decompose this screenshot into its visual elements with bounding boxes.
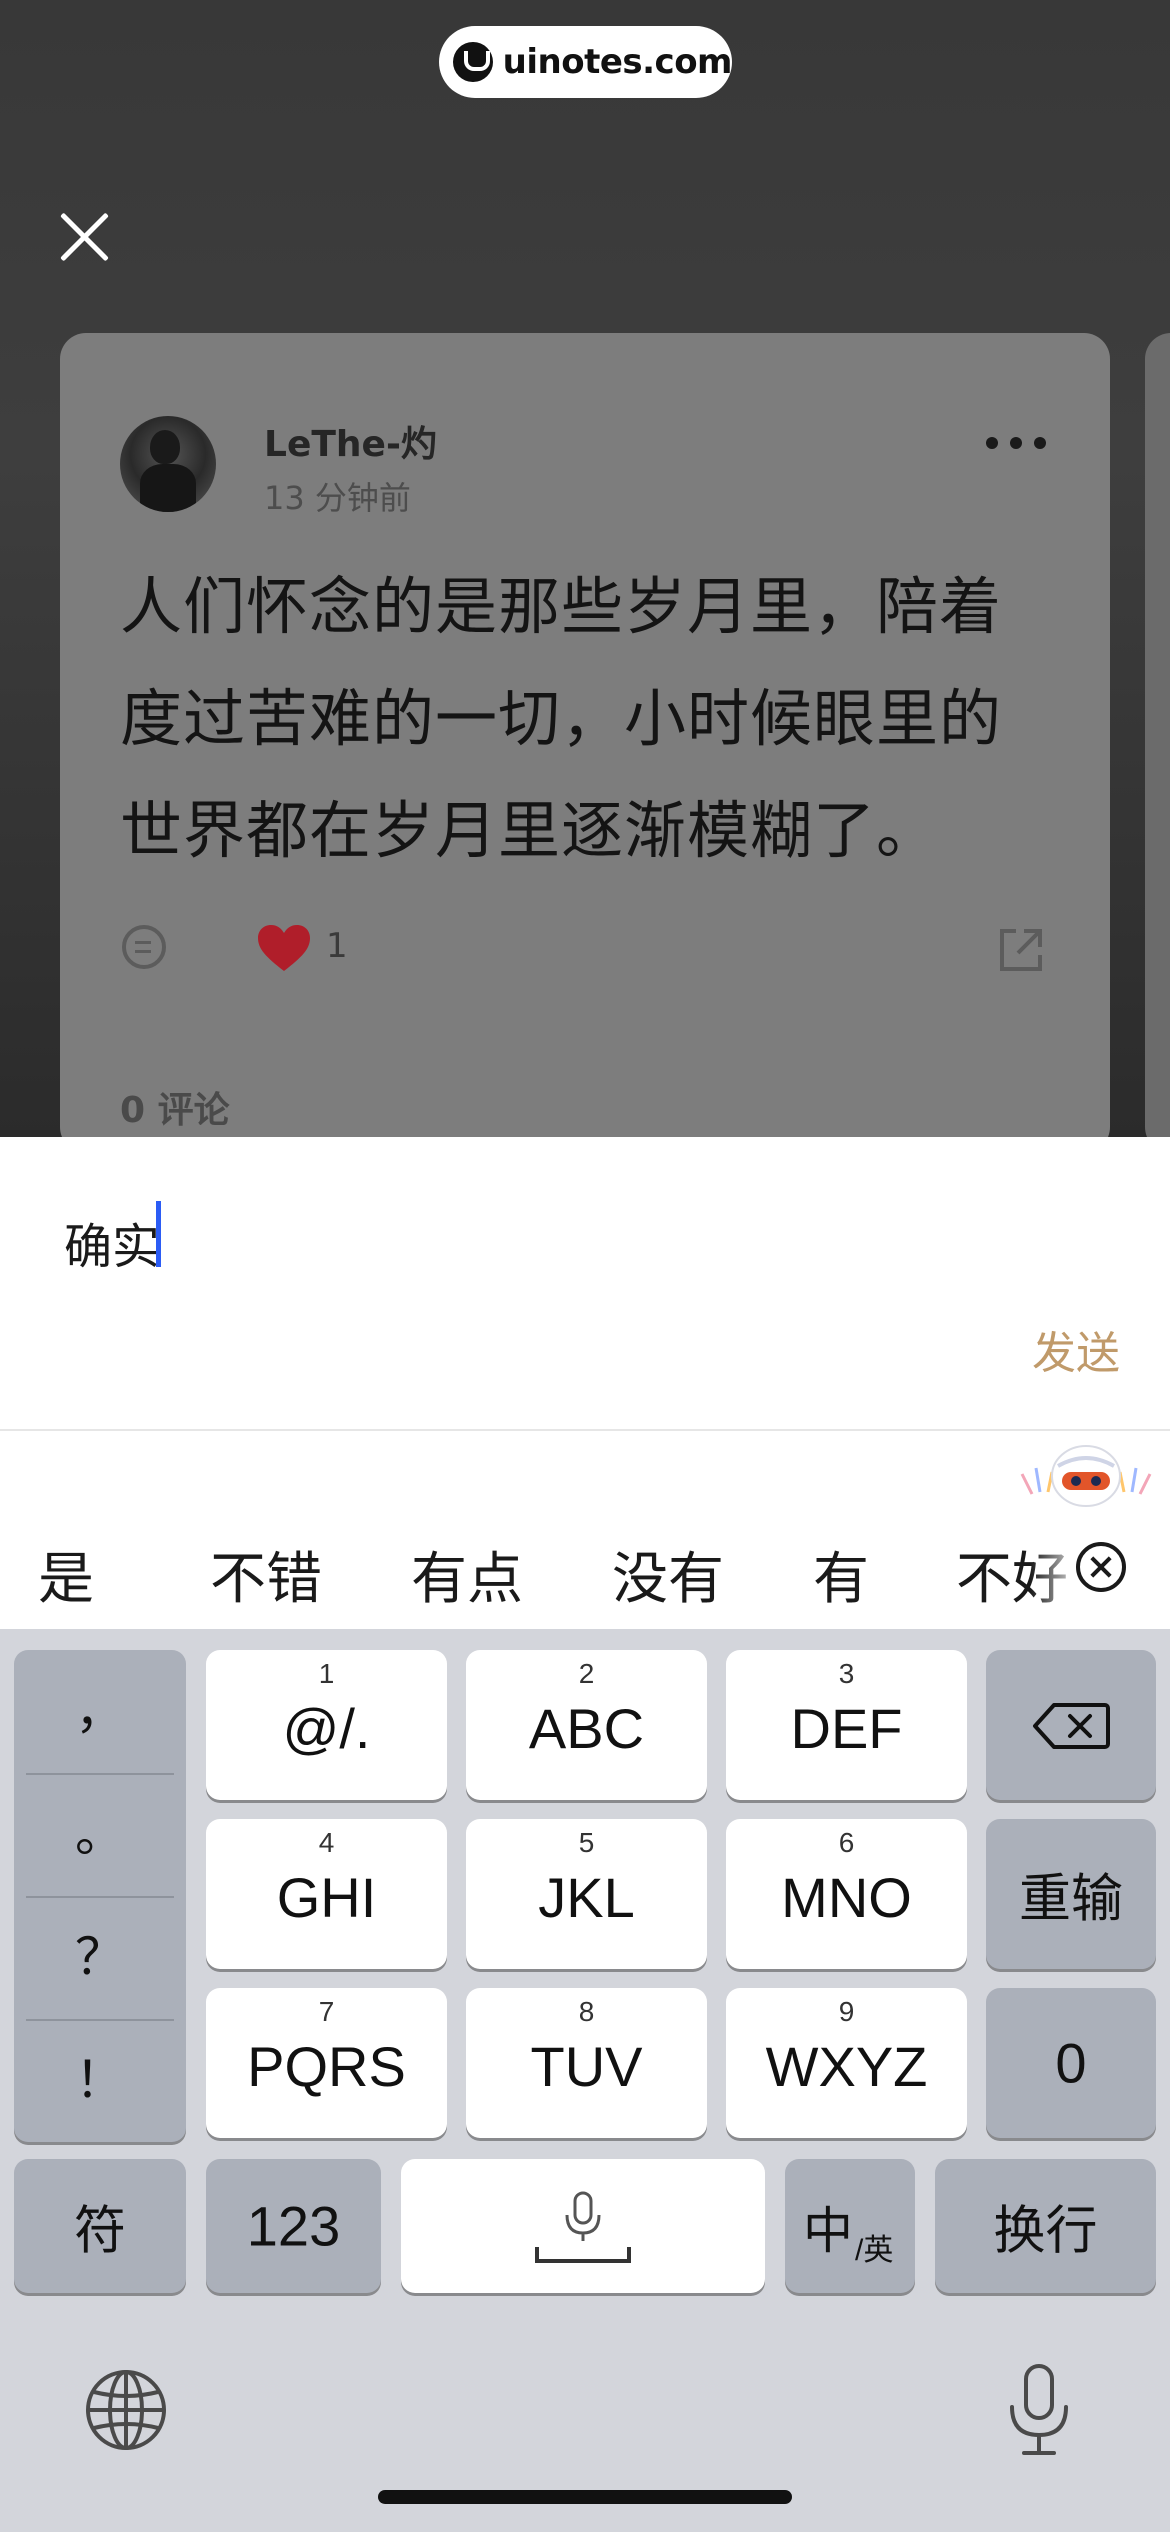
key-digit: 2 (578, 1658, 595, 1689)
post-username[interactable]: LeThe-灼 (264, 415, 437, 467)
space-key[interactable] (401, 2159, 765, 2293)
keyboard-mascot-icon[interactable] (1018, 1432, 1154, 1508)
like-count: 1 (326, 926, 348, 966)
key-2[interactable]: 2 ABC (466, 1650, 707, 1800)
comments-count[interactable]: 0 评论 (120, 1081, 230, 1133)
key-label: PQRS (247, 2035, 406, 2098)
key-digit: 8 (578, 1996, 595, 2027)
key-7[interactable]: 7 PQRS (206, 1988, 447, 2138)
key-sublabel: /英 (855, 2234, 894, 2267)
key-label: 重输 (1018, 1870, 1123, 1929)
key-digit: 1 (318, 1658, 335, 1689)
key-label: DEF (790, 1697, 903, 1760)
key-digit: 7 (318, 1996, 335, 2027)
key-digit: 5 (578, 1827, 595, 1858)
home-indicator[interactable] (378, 2490, 792, 2504)
return-key[interactable]: 换行 (935, 2159, 1156, 2293)
share-icon[interactable] (996, 925, 1046, 975)
keyboard-toolbar (0, 1431, 1170, 1509)
key-4[interactable]: 4 GHI (206, 1819, 447, 1969)
candidate[interactable]: 是 (38, 1534, 94, 1615)
comment-input[interactable]: 确实 (64, 1207, 160, 1277)
punct-key-exclaim[interactable]: ！ (14, 2019, 186, 2142)
key-label: 符 (73, 2202, 126, 2261)
key-1[interactable]: 1 @/. (206, 1650, 447, 1800)
punct-key-question[interactable]: ？ (14, 1896, 186, 2019)
candidate[interactable]: 没有 (612, 1534, 724, 1615)
post-body: 人们怀念的是那些岁月里，陪着 度过苦难的一切，小时候眼里的 世界都在岁月里逐渐模… (120, 551, 1060, 887)
key-label: TUV (530, 2035, 643, 2098)
close-icon[interactable] (52, 205, 116, 269)
avatar[interactable] (120, 416, 216, 512)
candidate-bar: 是 不错 有点 没有 有 不好 (0, 1509, 1170, 1629)
key-label: 0 (1055, 2031, 1087, 2095)
key-3[interactable]: 3 DEF (726, 1650, 967, 1800)
key-0[interactable]: 0 (986, 1988, 1156, 2138)
comment-icon[interactable] (122, 925, 166, 969)
key-label: @/. (282, 1697, 371, 1760)
heart-icon[interactable] (256, 923, 312, 973)
punct-key-comma[interactable]: ， (14, 1650, 186, 1773)
post-card: LeThe-灼 13 分钟前 人们怀念的是那些岁月里，陪着 度过苦难的一切，小时… (60, 333, 1110, 1153)
candidate[interactable]: 有点 (411, 1534, 523, 1615)
key-digit: 3 (838, 1658, 855, 1689)
post-line: 度过苦难的一切，小时候眼里的 (120, 682, 1003, 755)
key-digit: 4 (318, 1827, 335, 1858)
key-label: 123 (246, 2194, 341, 2258)
numbers-key[interactable]: 123 (206, 2159, 381, 2293)
punct-key-period[interactable]: 。 (14, 1773, 186, 1896)
backspace-icon (1033, 1703, 1110, 1749)
uinotes-logo-icon (453, 42, 493, 82)
punctuation-column: ， 。 ？ ！ (14, 1650, 186, 2142)
mic-icon[interactable] (1004, 2363, 1074, 2459)
key-label: ABC (528, 1697, 645, 1760)
post-line: 人们怀念的是那些岁月里，陪着 (120, 570, 1003, 643)
comment-composer: 确实 发送 (0, 1137, 1170, 1431)
backspace-key[interactable] (986, 1650, 1156, 1800)
key-label: 中 (803, 2203, 853, 2259)
candidate[interactable]: 不错 (210, 1534, 322, 1615)
key-6[interactable]: 6 MNO (726, 1819, 967, 1969)
text-caret (156, 1201, 161, 1267)
key-label: GHI (276, 1866, 377, 1929)
watermark-badge: uinotes.com (439, 26, 733, 98)
key-digit: 6 (838, 1827, 855, 1858)
language-toggle-key[interactable]: 中 /英 (785, 2159, 915, 2293)
next-post-card-peek[interactable] (1145, 333, 1170, 1153)
send-button[interactable]: 发送 (1032, 1317, 1120, 1381)
more-icon[interactable] (986, 433, 1046, 453)
key-label: MNO (781, 1866, 912, 1929)
candidate[interactable]: 有 (813, 1534, 869, 1615)
reenter-key[interactable]: 重输 (986, 1819, 1156, 1969)
watermark-text: uinotes.com (502, 42, 733, 82)
key-label: 换行 (993, 2202, 1098, 2261)
keyboard: ， 。 ？ ！ 1 @/. 2 ABC 3 DEF 4 GHI 5 JKL 6 … (0, 1629, 1170, 2532)
key-9[interactable]: 9 WXYZ (726, 1988, 967, 2138)
key-label: JKL (538, 1866, 635, 1929)
symbols-key[interactable]: 符 (14, 2159, 186, 2293)
post-line: 世界都在岁月里逐渐模糊了。 (120, 794, 940, 867)
key-8[interactable]: 8 TUV (466, 1988, 707, 2138)
globe-icon[interactable] (84, 2368, 168, 2452)
key-digit: 9 (838, 1996, 855, 2027)
key-5[interactable]: 5 JKL (466, 1819, 707, 1969)
post-timestamp: 13 分钟前 (264, 479, 411, 517)
voice-space-icon (535, 2191, 631, 2263)
dismiss-candidates-icon[interactable] (1076, 1542, 1126, 1592)
key-label: WXYZ (765, 2035, 928, 2098)
